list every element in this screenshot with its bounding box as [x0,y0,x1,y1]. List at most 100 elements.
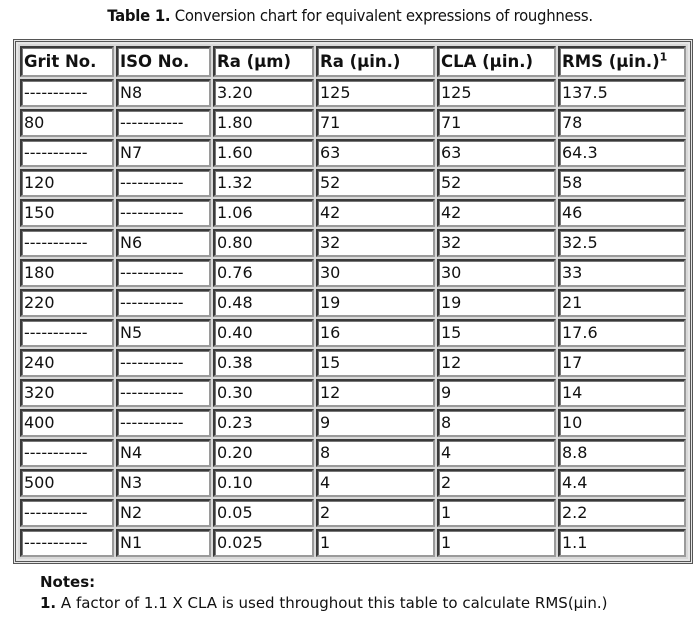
cell-iso-no: ----------- [116,379,211,407]
cell-cla-uin: 71 [437,109,556,137]
header-iso-no: ISO No. [116,46,211,77]
header-grit-no: Grit No. [20,46,114,77]
cell-iso-no: N2 [116,499,211,527]
header-rms-uin: RMS (µin.)1 [558,46,686,77]
cell-iso-no: N4 [116,439,211,467]
table-row: ----------- N8 3.20 125 125 137.5 [20,79,686,107]
cell-ra-um: 3.20 [213,79,314,107]
cell-ra-uin: 19 [316,289,435,317]
table-row: 80 ----------- 1.80 71 71 78 [20,109,686,137]
cell-ra-um: 0.025 [213,529,314,557]
caption-text: Conversion chart for equivalent expressi… [170,6,593,25]
cell-iso-no: ----------- [116,199,211,227]
cell-cla-uin: 125 [437,79,556,107]
cell-rms-uin: 1.1 [558,529,686,557]
table-row: 240 ----------- 0.38 15 12 17 [20,349,686,377]
cell-cla-uin: 63 [437,139,556,167]
cell-grit-no: 500 [20,469,114,497]
cell-grit-no: ----------- [20,139,114,167]
cell-grit-no: ----------- [20,319,114,347]
cell-rms-uin: 10 [558,409,686,437]
cell-ra-uin: 71 [316,109,435,137]
cell-cla-uin: 12 [437,349,556,377]
table-caption: Table 1. Conversion chart for equivalent… [25,6,676,25]
header-cla-uin: CLA (µin.) [437,46,556,77]
cell-iso-no: ----------- [116,349,211,377]
cell-grit-no: ----------- [20,529,114,557]
notes-section: Notes: 1. A factor of 1.1 X CLA is used … [40,572,608,614]
cell-rms-uin: 4.4 [558,469,686,497]
table-row: 120 ----------- 1.32 52 52 58 [20,169,686,197]
cell-ra-uin: 16 [316,319,435,347]
table-row: ----------- N4 0.20 8 4 8.8 [20,439,686,467]
table-row: 220 ----------- 0.48 19 19 21 [20,289,686,317]
caption-label: Table 1. [107,6,171,25]
cell-ra-um: 0.48 [213,289,314,317]
cell-cla-uin: 8 [437,409,556,437]
cell-grit-no: 120 [20,169,114,197]
cell-ra-uin: 8 [316,439,435,467]
cell-grit-no: 400 [20,409,114,437]
cell-ra-um: 0.80 [213,229,314,257]
footnote-marker: 1 [659,50,668,64]
cell-rms-uin: 14 [558,379,686,407]
table-row: 320 ----------- 0.30 12 9 14 [20,379,686,407]
cell-rms-uin: 137.5 [558,79,686,107]
cell-iso-no: N6 [116,229,211,257]
note-text: A factor of 1.1 X CLA is used throughout… [56,594,608,612]
cell-cla-uin: 15 [437,319,556,347]
cell-grit-no: 320 [20,379,114,407]
cell-ra-um: 1.32 [213,169,314,197]
cell-ra-uin: 15 [316,349,435,377]
cell-ra-uin: 42 [316,199,435,227]
cell-ra-um: 0.10 [213,469,314,497]
table-row: ----------- N6 0.80 32 32 32.5 [20,229,686,257]
cell-rms-uin: 32.5 [558,229,686,257]
cell-iso-no: ----------- [116,109,211,137]
cell-ra-uin: 9 [316,409,435,437]
header-ra-um: Ra (µm) [213,46,314,77]
table-row: ----------- N2 0.05 2 1 2.2 [20,499,686,527]
cell-cla-uin: 1 [437,529,556,557]
cell-rms-uin: 33 [558,259,686,287]
cell-ra-uin: 30 [316,259,435,287]
note-item: 1. A factor of 1.1 X CLA is used through… [40,593,608,614]
cell-ra-um: 0.40 [213,319,314,347]
cell-rms-uin: 2.2 [558,499,686,527]
cell-ra-uin: 2 [316,499,435,527]
table-row: ----------- N1 0.025 1 1 1.1 [20,529,686,557]
cell-rms-uin: 17.6 [558,319,686,347]
cell-rms-uin: 58 [558,169,686,197]
cell-iso-no: N7 [116,139,211,167]
cell-rms-uin: 78 [558,109,686,137]
cell-ra-um: 0.38 [213,349,314,377]
table-row: 500 N3 0.10 4 2 4.4 [20,469,686,497]
cell-cla-uin: 9 [437,379,556,407]
cell-iso-no: ----------- [116,169,211,197]
cell-cla-uin: 1 [437,499,556,527]
cell-grit-no: ----------- [20,439,114,467]
cell-cla-uin: 4 [437,439,556,467]
cell-ra-uin: 1 [316,529,435,557]
cell-cla-uin: 32 [437,229,556,257]
cell-iso-no: ----------- [116,259,211,287]
cell-iso-no: N5 [116,319,211,347]
cell-ra-um: 1.06 [213,199,314,227]
roughness-conversion-table: Grit No. ISO No. Ra (µm) Ra (µin.) CLA (… [18,44,688,559]
cell-iso-no: ----------- [116,289,211,317]
cell-ra-um: 0.30 [213,379,314,407]
table-row: 400 ----------- 0.23 9 8 10 [20,409,686,437]
cell-ra-um: 0.76 [213,259,314,287]
cell-grit-no: 240 [20,349,114,377]
cell-ra-uin: 125 [316,79,435,107]
table-row: ----------- N5 0.40 16 15 17.6 [20,319,686,347]
cell-ra-uin: 12 [316,379,435,407]
cell-ra-uin: 32 [316,229,435,257]
cell-rms-uin: 64.3 [558,139,686,167]
cell-iso-no: ----------- [116,409,211,437]
table-row: ----------- N7 1.60 63 63 64.3 [20,139,686,167]
table-body: ----------- N8 3.20 125 125 137.5 80 ----------… [20,79,686,557]
cell-ra-um: 0.05 [213,499,314,527]
cell-grit-no: ----------- [20,229,114,257]
cell-cla-uin: 19 [437,289,556,317]
